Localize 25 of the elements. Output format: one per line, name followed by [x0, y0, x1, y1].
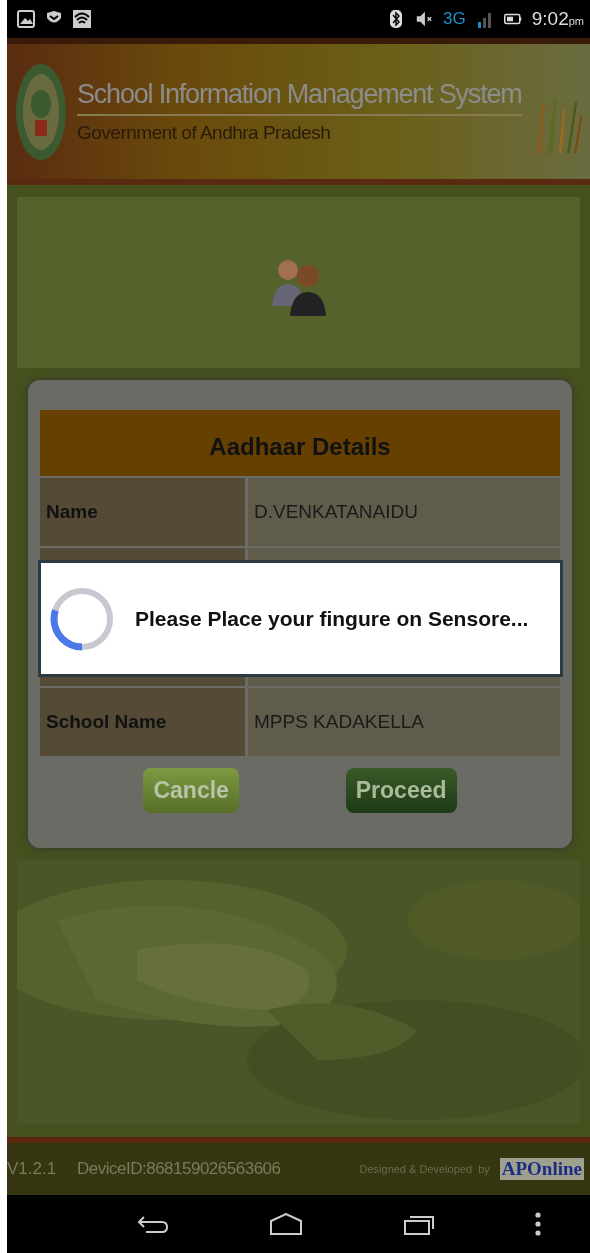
emblem-icon	[15, 61, 67, 162]
device-id: DeviceID:868159026563606	[77, 1159, 281, 1179]
back-icon[interactable]	[136, 1213, 171, 1235]
label-cell: School Name	[40, 688, 245, 756]
image-icon	[17, 10, 35, 28]
dialog-message: Please Place your fingure on Sensore...	[135, 606, 529, 631]
value-cell: D.VENKATANAIDU	[248, 478, 560, 546]
signal-icon	[475, 10, 494, 28]
wifi-icon	[73, 10, 91, 28]
label-cell: Name	[40, 478, 245, 546]
proceed-button[interactable]: Proceed	[345, 768, 457, 813]
home-icon[interactable]	[269, 1213, 304, 1235]
menu-icon[interactable]	[534, 1212, 541, 1236]
credit-text: Designed & Developed by	[359, 1163, 490, 1175]
network-type: 3G	[443, 9, 466, 29]
version-label: V1.2.1	[7, 1159, 58, 1179]
app-title: School Information Management System	[77, 79, 522, 116]
brand-logo: APOnline	[499, 1158, 584, 1180]
recent-apps-icon[interactable]	[401, 1213, 436, 1235]
card-title: Aadhaar Details	[40, 410, 560, 476]
mute-icon	[415, 10, 434, 28]
spinner-icon	[49, 585, 115, 652]
value-cell: MPPS KADAKELLA	[248, 688, 560, 756]
app-subtitle: Government of Andhra Pradesh	[77, 122, 332, 144]
clock: 9:02pm	[531, 8, 584, 30]
